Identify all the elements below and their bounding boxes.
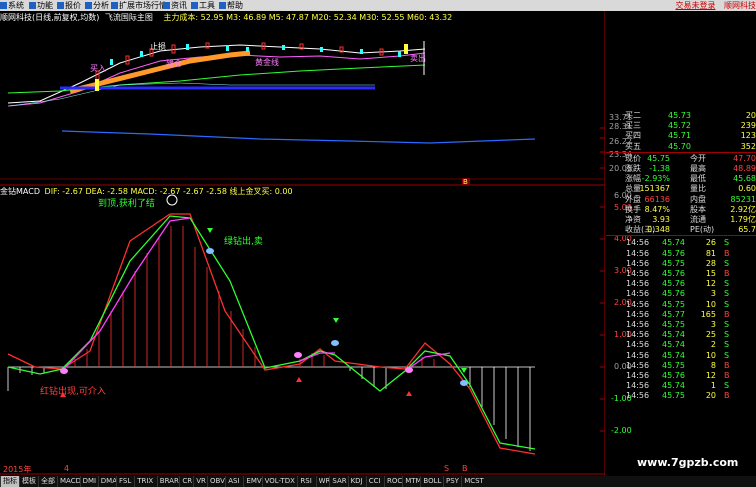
sell-arrow-icon-2 — [333, 318, 339, 323]
axis-b-mark: B — [462, 464, 468, 473]
annotation-sell: 卖出 — [410, 54, 426, 63]
indicator-values: 主力成本: 52.95 M3: 46.89 M5: 47.87 M20: 52.… — [163, 13, 453, 22]
top-panel-header: 顺网科技(日线,前复权,均数) 飞流国际主图 主力成本: 52.95 M3: 4… — [0, 12, 452, 23]
menu-info-icon — [163, 2, 170, 9]
annotation-buy: 买入 — [90, 64, 106, 73]
green-diamond-3 — [460, 380, 468, 386]
bid-label: 买五 — [625, 141, 641, 151]
lower-blue-ma — [61, 130, 536, 144]
login-status-link[interactable]: 交易未登录 — [675, 1, 715, 10]
stock-name-link[interactable]: 顺网科技 — [724, 1, 756, 10]
tab-模板[interactable]: 模板 — [19, 476, 38, 487]
axis-s-mark: S — [444, 464, 450, 473]
menu-tools[interactable]: 工具 — [191, 0, 215, 11]
macd-red-bars — [74, 226, 435, 367]
macd-name[interactable]: 金钻MACD — [0, 187, 40, 196]
tab-dmi[interactable]: DMI — [79, 476, 99, 487]
stat-row: 收益(三) 0.348 PE(动) 65.7 — [606, 224, 756, 235]
annotation-build: 建仓 — [166, 59, 182, 68]
menu-quote[interactable]: 报价 — [57, 0, 81, 11]
axis-year: 2015年 — [3, 465, 32, 474]
menu-analysis[interactable]: 分析 — [85, 0, 109, 11]
tick-time: 14:56 — [626, 391, 650, 401]
annotation-stop: 止损 — [150, 42, 166, 51]
buy-arrow-icon-2 — [296, 377, 302, 382]
tab-obv[interactable]: OBV — [207, 476, 227, 487]
buy-arrow-icon-3 — [406, 391, 412, 396]
signal-bar-sell — [404, 44, 408, 54]
tab-指标[interactable]: 指标 — [0, 476, 19, 487]
axis-month: 4 — [64, 464, 70, 473]
red-diamond-3 — [60, 368, 68, 374]
green-diamond-1 — [206, 248, 214, 254]
tab-rsi[interactable]: RSI — [297, 476, 313, 487]
tab-trix[interactable]: TRIX — [134, 476, 155, 487]
bid-price: 45.70 — [668, 141, 691, 151]
macd-area — [7, 194, 536, 455]
green-diamond-2 — [331, 340, 339, 346]
tab-mcst[interactable]: MCST — [461, 476, 486, 487]
annotation-goldline: 黄金线 — [255, 58, 279, 67]
macd-values: DIF: -2.67 DEA: -2.58 MACD: -2.67 -2.67 … — [44, 187, 293, 196]
note-red-buy: 红钻出现,可介入 — [40, 387, 106, 397]
tab-fsl[interactable]: FSL — [116, 476, 133, 487]
menu-tools-icon — [191, 2, 198, 9]
menu-info[interactable]: 资讯 — [163, 0, 187, 11]
tick-direction: B — [724, 391, 730, 401]
tab-sar[interactable]: SAR — [329, 476, 348, 487]
ma-cyan-line — [9, 82, 375, 107]
red-diamond-2 — [405, 367, 413, 373]
tab-brar[interactable]: BRAR — [156, 476, 181, 487]
menu-bar: 系统 功能 报价 分析 扩展市场行情 资讯 工具 帮助 交易未登录 顺网科技 — [0, 0, 756, 11]
menu-system[interactable]: 系统 — [0, 0, 24, 11]
menu-ext-market-icon — [111, 2, 118, 9]
menu-function[interactable]: 功能 — [29, 0, 53, 11]
sell-arrow-icon-1 — [207, 228, 213, 233]
menu-analysis-icon — [85, 2, 92, 9]
quote-separator-2 — [606, 235, 756, 237]
menu-help[interactable]: 帮助 — [219, 0, 243, 11]
tab-psy[interactable]: PSY — [443, 476, 461, 487]
red-diamond-1 — [294, 352, 302, 358]
note-green-sell: 绿钻出,卖 — [224, 237, 263, 247]
tab-kdj[interactable]: KDJ — [347, 476, 365, 487]
main-chart[interactable]: B — [0, 11, 605, 483]
red-up-arrows — [60, 377, 412, 397]
tab-vr[interactable]: VR — [193, 476, 208, 487]
b-marker-label: B — [463, 178, 468, 186]
bid-volume: 352 — [740, 141, 756, 151]
signal-bar-buy — [95, 79, 99, 91]
tab-boll[interactable]: BOLL — [420, 476, 443, 487]
stat-value-2: 65.7 — [738, 225, 756, 235]
menu-function-icon — [29, 2, 36, 9]
quote-panel: 买二 45.73 20 买三 45.72 239 买四 45.71 123 买五 45.70 352 现… — [606, 110, 756, 477]
tick-price: 45.75 — [662, 391, 685, 401]
stock-title: 顺网科技(日线,前复权,均数) — [0, 13, 100, 22]
macd-white-bars — [19, 367, 531, 451]
indicator-tab-bar: 指标 模板 全部 MACD DMI DMA FSL TRIX BRAR CR VR OBV ASI EMV… — [0, 476, 756, 487]
ma-pink-line — [7, 52, 426, 107]
tick-row[interactable]: 14:56 45.75 20 B — [606, 390, 756, 401]
menu-help-icon — [219, 2, 226, 9]
menu-ext-market[interactable]: 扩展市场行情 — [111, 0, 167, 11]
menu-right-links: 交易未登录 顺网科技 — [669, 0, 756, 11]
stat-value: 0.348 — [647, 225, 670, 235]
tab-cci[interactable]: CCI — [365, 476, 383, 487]
stat-label-2: PE(动) — [690, 225, 715, 235]
watermark-text: www.7gpzb.com — [637, 456, 739, 469]
bid-row[interactable]: 买五 45.70 352 — [606, 141, 756, 152]
tick-volume: 20 — [705, 391, 716, 401]
tab-vol-tdx[interactable]: VOL-TDX — [261, 476, 297, 487]
menu-quote-icon — [57, 2, 64, 9]
dea-line — [7, 215, 536, 450]
tab-cr[interactable]: CR — [179, 476, 194, 487]
tab-asi[interactable]: ASI — [225, 476, 241, 487]
note-top: 到顶,获利了结 — [98, 199, 155, 209]
dif-line — [7, 213, 536, 455]
right-ticks — [600, 127, 605, 432]
menu-system-icon — [0, 2, 7, 9]
tab-全部[interactable]: 全部 — [38, 476, 57, 487]
indicator-name[interactable]: 飞流国际主图 — [105, 13, 153, 22]
